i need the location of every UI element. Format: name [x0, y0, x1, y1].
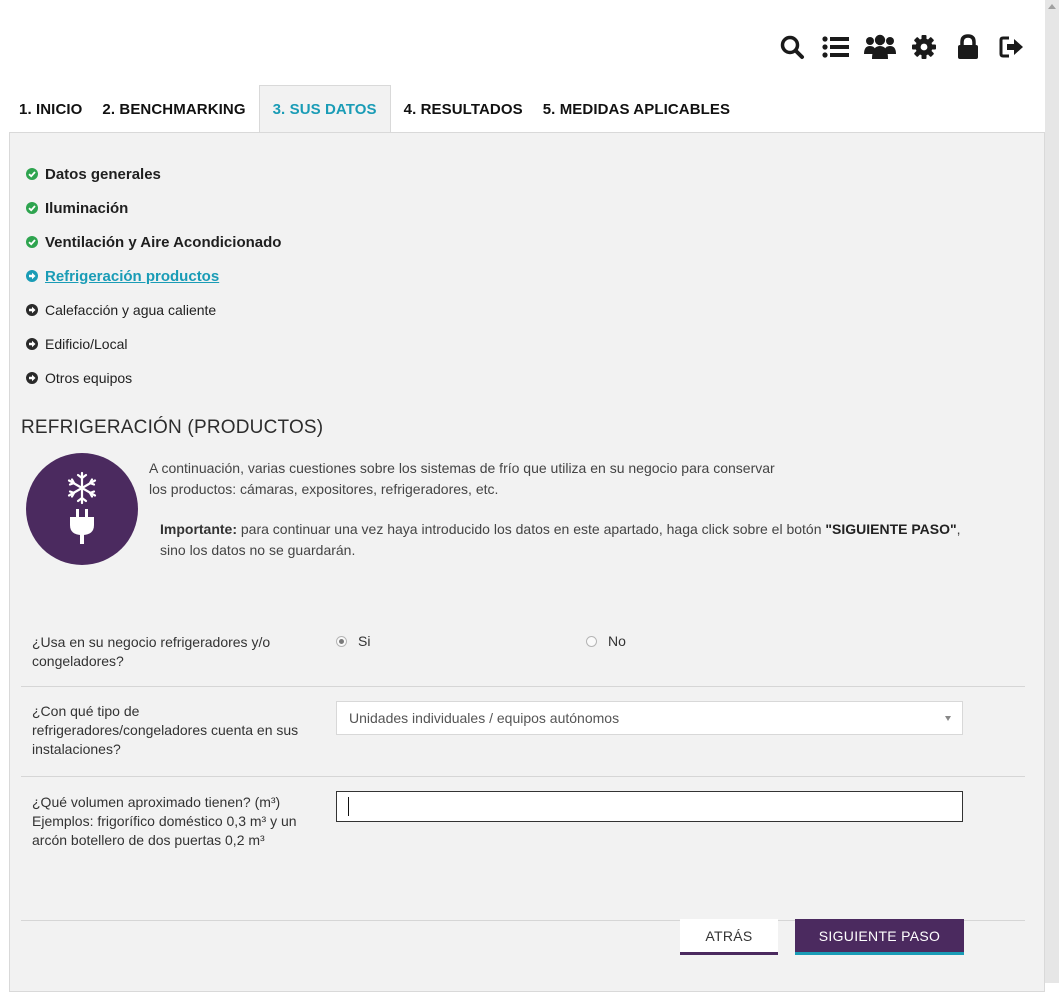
radio-si-dot[interactable] — [336, 635, 347, 647]
check-circle-icon — [26, 236, 38, 248]
radio-si-label: Si — [358, 633, 371, 649]
step-label: Refrigeración productos — [45, 267, 220, 285]
question-volume: ¿Qué volumen aproximado tienen? (m³) Eje… — [32, 794, 297, 848]
step-label: Ventilación y Aire Acondicionado — [45, 233, 282, 251]
note-lead: Importante: — [160, 521, 237, 537]
check-circle-icon — [26, 168, 38, 180]
step-label: Edificio/Local — [45, 336, 128, 352]
users-icon[interactable] — [863, 30, 897, 64]
form-row-volume: ¿Qué volumen aproximado tienen? (m³) Eje… — [21, 777, 1025, 921]
step-edificio-local[interactable]: Edificio/Local — [26, 327, 281, 361]
radio-si[interactable]: Si — [336, 633, 370, 649]
fridge-type-select[interactable]: Unidades individuales / equipos autónomo… — [336, 701, 963, 735]
arrow-circle-icon — [26, 338, 38, 350]
section-intro: A continuación, varias cuestiones sobre … — [149, 458, 969, 561]
arrow-circle-icon — [26, 270, 38, 282]
back-button[interactable]: ATRÁS — [680, 919, 778, 955]
text-cursor — [348, 797, 349, 816]
tab-medidas-aplicables[interactable]: 5. MEDIDAS APLICABLES — [533, 85, 740, 133]
arrow-circle-icon — [26, 304, 38, 316]
step-calefaccion[interactable]: Calefacción y agua caliente — [26, 293, 281, 327]
step-datos-generales[interactable]: Datos generales — [26, 157, 281, 191]
fridge-type-selected: Unidades individuales / equipos autónomo… — [349, 710, 620, 726]
check-circle-icon — [26, 202, 38, 214]
step-label: Datos generales — [45, 165, 161, 183]
step-refrigeracion-productos[interactable]: Refrigeración productos — [26, 259, 281, 293]
step-label: Otros equipos — [45, 370, 133, 386]
snowflake-plug-icon — [26, 453, 138, 565]
next-step-button[interactable]: SIGUIENTE PASO — [795, 919, 964, 955]
lock-icon[interactable] — [951, 30, 985, 64]
section-title: REFRIGERACIÓN (PRODUCTOS) — [21, 417, 324, 438]
step-label: Iluminación — [45, 199, 129, 217]
question-uses-fridges: ¿Usa en su negocio refrigeradores y/o co… — [32, 634, 271, 669]
chevron-down-icon — [945, 716, 951, 721]
logout-icon[interactable] — [995, 30, 1029, 64]
radio-no-dot[interactable] — [586, 635, 597, 647]
radio-no[interactable]: No — [586, 633, 626, 649]
step-label: Calefacción y agua caliente — [45, 302, 217, 318]
volume-input[interactable] — [336, 791, 963, 822]
tab-benchmarking[interactable]: 2. BENCHMARKING — [92, 85, 255, 133]
intro-line-2: los productos: cámaras, expositores, ref… — [149, 481, 499, 497]
important-note: Importante: para continuar una vez haya … — [149, 519, 969, 561]
form-row-fridge-type: ¿Con qué tipo de refrigeradores/congelad… — [21, 687, 1025, 777]
gear-icon[interactable] — [907, 30, 941, 64]
note-strong: "SIGUIENTE PASO" — [825, 521, 957, 537]
arrow-circle-icon — [26, 372, 38, 384]
form-row-uses-fridges: ¿Usa en su negocio refrigeradores y/o co… — [21, 627, 1025, 687]
tab-inicio[interactable]: 1. INICIO — [9, 85, 92, 133]
toolbar — [775, 30, 1029, 64]
scroll-up-arrow-icon[interactable] — [1048, 4, 1056, 9]
step-ventilacion[interactable]: Ventilación y Aire Acondicionado — [26, 225, 281, 259]
note-text: para continuar una vez haya introducido … — [237, 521, 826, 537]
content-panel: Datos generales Iluminación Ventilación … — [9, 132, 1045, 992]
window-scrollbar[interactable] — [1045, 0, 1059, 983]
step-iluminacion[interactable]: Iluminación — [26, 191, 281, 225]
question-fridge-type: ¿Con qué tipo de refrigeradores/congelad… — [32, 703, 299, 757]
step-otros-equipos[interactable]: Otros equipos — [26, 361, 281, 395]
tab-resultados[interactable]: 4. RESULTADOS — [394, 85, 533, 133]
search-icon[interactable] — [775, 30, 809, 64]
main-tabs: 1. INICIO 2. BENCHMARKING 3. SUS DATOS 4… — [9, 85, 740, 133]
step-list: Datos generales Iluminación Ventilación … — [26, 157, 281, 395]
list-icon[interactable] — [819, 30, 853, 64]
tab-sus-datos[interactable]: 3. SUS DATOS — [258, 85, 391, 133]
radio-no-label: No — [608, 633, 626, 649]
intro-line-1: A continuación, varias cuestiones sobre … — [149, 460, 775, 476]
